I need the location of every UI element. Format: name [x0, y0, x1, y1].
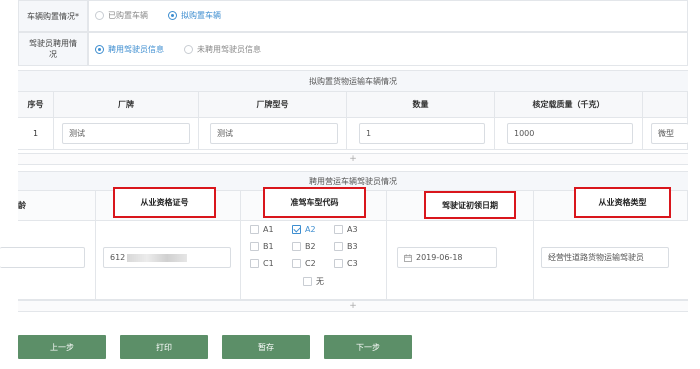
load-input[interactable]: 1000 — [507, 123, 633, 144]
model-input[interactable]: 测试 — [210, 123, 338, 144]
brand-input[interactable]: 测试 — [62, 123, 190, 144]
checkbox-icon — [250, 259, 259, 268]
col-brand: 厂牌 — [54, 92, 199, 118]
checkbox-A2[interactable]: A2 — [292, 225, 316, 234]
col-index: 序号 — [18, 92, 54, 118]
quantity-input[interactable]: 1 — [359, 123, 485, 144]
add-driver-row-button[interactable]: + — [18, 300, 688, 312]
radio-circle-icon — [168, 11, 177, 20]
radio-circle-icon — [95, 11, 104, 20]
checkbox-A3[interactable]: A3 — [334, 225, 358, 234]
redacted-mask — [127, 253, 188, 262]
next-button[interactable]: 下一步 — [324, 335, 412, 359]
driver-hire-label: 驾驶员聘用情况 — [29, 39, 77, 59]
driver-hire-label-cell: 驾驶员聘用情况 — [18, 32, 88, 66]
checkbox-C2[interactable]: C2 — [292, 259, 316, 268]
checkbox-label: C1 — [263, 259, 274, 268]
radio-circle-icon — [95, 45, 104, 54]
qual-type-input[interactable]: 经营性道路货物运输驾驶员 — [541, 247, 669, 268]
checkbox-icon — [334, 225, 343, 234]
print-button[interactable]: 打印 — [120, 335, 208, 359]
col-first-issue-date: 驾驶证初领日期 — [424, 191, 516, 219]
radio-label: 拟购置车辆 — [181, 11, 221, 20]
checkbox-label: B3 — [347, 242, 358, 251]
checkbox-C3[interactable]: C3 — [334, 259, 358, 268]
checkbox-icon — [292, 225, 301, 234]
checkbox-label: B1 — [263, 242, 274, 251]
checkbox-B3[interactable]: B3 — [334, 242, 358, 251]
col-model: 厂牌型号 — [199, 92, 347, 118]
checkbox-A1[interactable]: A1 — [250, 225, 274, 234]
checkbox-icon — [292, 259, 301, 268]
purchase-label: 车辆购置情况* — [27, 11, 79, 21]
add-vehicle-row-button[interactable]: + — [18, 153, 688, 165]
header-divider — [240, 191, 241, 299]
col-qual-type: 从业资格类型 — [574, 187, 671, 218]
date-value: 2019-06-18 — [416, 253, 463, 262]
checkbox-B1[interactable]: B1 — [250, 242, 274, 251]
checkbox-C1[interactable]: C1 — [250, 259, 274, 268]
radio-planned[interactable]: 拟购置车辆 — [168, 10, 221, 21]
checkbox-label: A2 — [305, 225, 316, 234]
checkbox-icon — [250, 225, 259, 234]
vehicle-section-title: 拟购置货物运输车辆情况 — [18, 70, 688, 92]
checkbox-label: C3 — [347, 259, 358, 268]
radio-label: 未聘用驾驶员信息 — [197, 45, 261, 54]
radio-label: 已购置车辆 — [108, 11, 148, 20]
cert-no-value: 612 — [110, 253, 126, 262]
radio-hired[interactable]: 聘用驾驶员信息 — [95, 44, 164, 55]
header-divider — [533, 191, 534, 299]
checkbox-icon — [334, 242, 343, 251]
checkbox-label: A1 — [263, 225, 274, 234]
checkbox-icon — [303, 277, 312, 286]
checkbox-none[interactable]: 无 — [303, 276, 324, 287]
checkbox-icon — [334, 259, 343, 268]
col-load: 核定载质量（千克） — [495, 92, 643, 118]
type-input-truncated[interactable]: 微型 — [651, 123, 688, 144]
prev-button[interactable]: 上一步 — [18, 335, 106, 359]
first-issue-date-picker[interactable]: 2019-06-18 — [397, 247, 497, 268]
radio-label: 聘用驾驶员信息 — [108, 45, 164, 54]
cell-index: 1 — [18, 118, 54, 150]
radio-purchased[interactable]: 已购置车辆 — [95, 10, 148, 21]
left-truncated-input[interactable] — [0, 247, 85, 268]
col-quantity: 数量 — [347, 92, 495, 118]
checkbox-icon — [250, 242, 259, 251]
col-license-code: 准驾车型代码 — [263, 187, 366, 218]
checkbox-label: C2 — [305, 259, 316, 268]
col-cert-no: 从业资格证号 — [113, 187, 216, 218]
header-divider — [386, 191, 387, 299]
radio-not-hired[interactable]: 未聘用驾驶员信息 — [184, 44, 261, 55]
checkbox-B2[interactable]: B2 — [292, 242, 316, 251]
calendar-icon — [404, 253, 412, 262]
checkbox-label: A3 — [347, 225, 358, 234]
radio-circle-icon — [184, 45, 193, 54]
purchase-label-cell: 车辆购置情况* — [18, 0, 88, 32]
header-divider — [95, 191, 96, 299]
cert-no-input[interactable]: 612 — [103, 247, 231, 268]
checkbox-icon — [292, 242, 301, 251]
col-age-fragment: 龄 — [18, 201, 26, 210]
col-truncated — [643, 92, 688, 118]
checkbox-label: B2 — [305, 242, 316, 251]
driver-hire-options — [88, 32, 688, 66]
save-draft-button[interactable]: 暂存 — [222, 335, 310, 359]
checkbox-label: 无 — [316, 277, 324, 286]
